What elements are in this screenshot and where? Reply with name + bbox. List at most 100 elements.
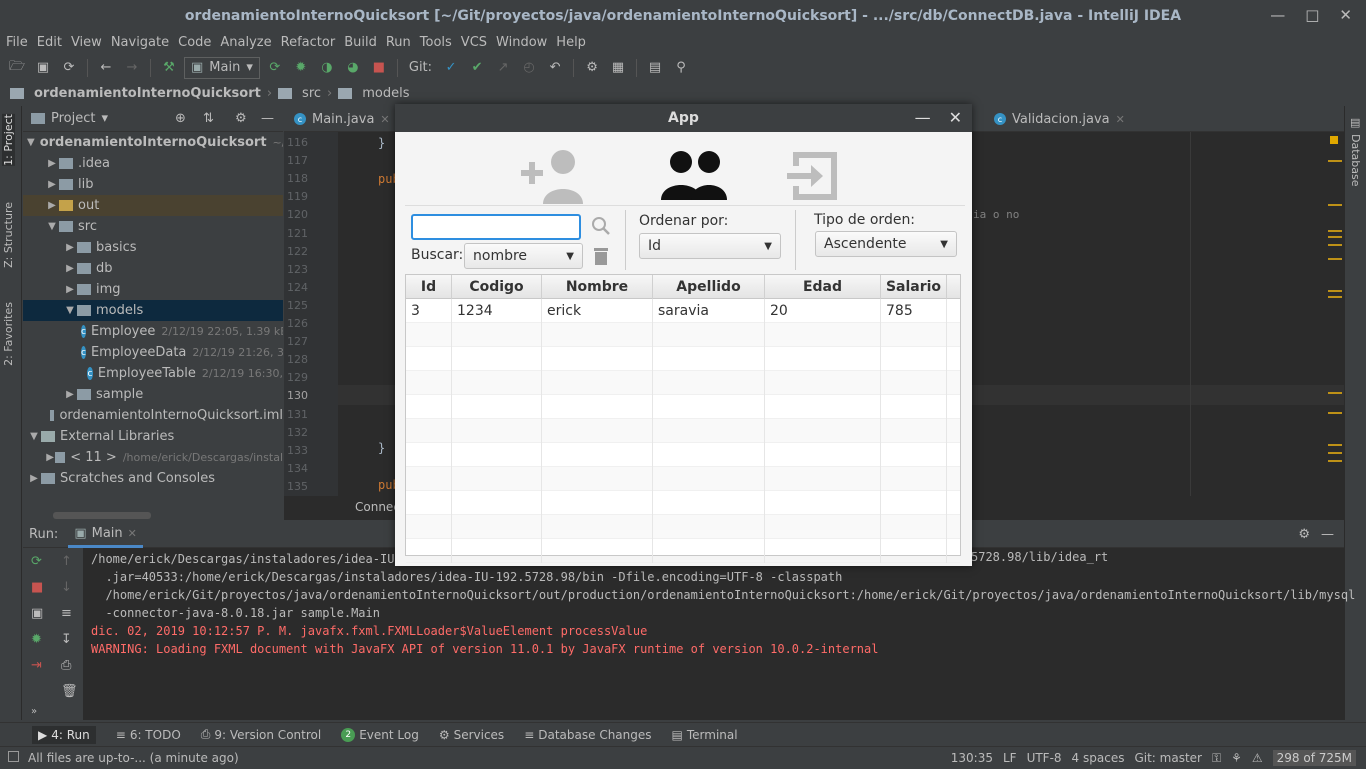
warning-marker[interactable]	[1328, 204, 1342, 206]
hide-icon[interactable]: —	[261, 111, 274, 126]
tool-tab-todo[interactable]: ≡ 6: TODO	[116, 728, 181, 742]
breadcrumb-item[interactable]: models	[362, 86, 409, 101]
column-header[interactable]: Apellido	[653, 275, 765, 299]
tree-item[interactable]: ▶ img	[23, 279, 283, 300]
inspector-icon[interactable]: ⚘	[1231, 751, 1242, 765]
close-icon[interactable]: ✕	[380, 113, 389, 126]
warning-marker[interactable]	[1328, 258, 1342, 260]
tree-item[interactable]: ▼ models	[23, 300, 283, 321]
console-output[interactable]: /home/erick/Descargas/instaladores/idea-…	[91, 550, 1355, 658]
tool-tab-services[interactable]: ⚙ Services	[439, 728, 504, 742]
collapse-icon[interactable]: ⇅	[203, 111, 214, 126]
chevron-right-icon[interactable]: ▶	[45, 179, 59, 190]
table-row[interactable]	[406, 395, 960, 419]
project-structure-icon[interactable]: ▦	[607, 57, 629, 79]
warning-marker[interactable]	[1328, 230, 1342, 232]
file-encoding[interactable]: UTF-8	[1027, 751, 1062, 765]
tab-main-java[interactable]: c Main.java ✕	[286, 106, 398, 132]
search-icon[interactable]	[591, 216, 611, 236]
table-row[interactable]	[406, 419, 960, 443]
up-icon[interactable]: ↑	[61, 554, 72, 569]
chevron-right-icon[interactable]: ▶	[63, 389, 77, 400]
caret-position[interactable]: 130:35	[951, 751, 993, 765]
git-update-icon[interactable]: ✓	[440, 57, 462, 79]
tool-tab-run[interactable]: ▶ 4: Run	[32, 725, 96, 744]
chevron-down-icon[interactable]: ▼	[63, 305, 77, 316]
search-input[interactable]	[411, 214, 581, 240]
tool-tab-project[interactable]: 1: Project	[2, 114, 15, 166]
chevron-down-icon[interactable]: ▾	[101, 111, 108, 126]
menu-analyze[interactable]: Analyze	[220, 35, 271, 50]
close-icon[interactable]: ✕	[949, 108, 962, 127]
memory-indicator[interactable]: 298 of 725M	[1272, 750, 1356, 766]
save-icon[interactable]: ▣	[32, 57, 54, 79]
breadcrumb-item[interactable]: ordenamientoInternoQuicksort	[34, 86, 261, 101]
column-header[interactable]: Id	[406, 275, 452, 299]
table-row[interactable]: 3 1234 erick saravia 20 785	[406, 299, 960, 323]
warning-indicator-icon[interactable]	[1330, 136, 1338, 144]
trash-icon[interactable]: 🗑	[61, 684, 78, 699]
menu-help[interactable]: Help	[556, 35, 586, 50]
tree-item[interactable]: ▶ db	[23, 258, 283, 279]
tool-tab-version-control[interactable]: ⎙ 9: Version Control	[201, 727, 321, 742]
build-hammer-icon[interactable]: ⚒	[158, 57, 180, 79]
column-header[interactable]: Edad	[765, 275, 881, 299]
table-row[interactable]	[406, 467, 960, 491]
tree-item[interactable]: ▼ src	[23, 216, 283, 237]
tab-validacion-java[interactable]: c Validacion.java ✕	[986, 106, 1133, 132]
chevron-right-icon[interactable]: ▶	[45, 200, 59, 211]
gear-icon[interactable]: ⚙	[235, 111, 247, 126]
table-row[interactable]	[406, 515, 960, 539]
menu-edit[interactable]: Edit	[37, 35, 62, 50]
status-message[interactable]: All files are up-to-... (a minute ago)	[28, 751, 239, 765]
gear-icon[interactable]: ⚙	[1298, 527, 1310, 542]
table-row[interactable]	[406, 347, 960, 371]
tree-item[interactable]: ▶ Scratches and Consoles	[23, 468, 283, 489]
table-row[interactable]	[406, 491, 960, 515]
locate-icon[interactable]: ⊕	[175, 111, 186, 126]
tree-item[interactable]: ordenamientoInternoQuicksort.iml	[23, 405, 283, 426]
tree-item[interactable]: c EmployeeTable 2/12/19 16:30,	[23, 363, 283, 384]
menu-window[interactable]: Window	[496, 35, 547, 50]
git-commit-icon[interactable]: ✔	[466, 57, 488, 79]
tree-item[interactable]: ▼ External Libraries	[23, 426, 283, 447]
back-icon[interactable]: ←	[95, 57, 117, 79]
exit-icon[interactable]: ⇥	[31, 658, 42, 673]
maximize-icon[interactable]: □	[1305, 6, 1319, 24]
run-tab-main[interactable]: ▣ Main ✕	[68, 522, 143, 548]
logout-icon[interactable]	[783, 148, 843, 204]
breadcrumb-item[interactable]: src	[302, 86, 321, 101]
chevron-right-icon[interactable]: ▶	[45, 452, 55, 463]
menu-code[interactable]: Code	[178, 35, 211, 50]
tool-tab-favorites[interactable]: 2: Favorites	[2, 302, 15, 366]
open-folder-icon[interactable]: 🗁	[6, 57, 28, 79]
tree-item[interactable]: ▼ ordenamientoInternoQuicksort ~/Git/	[23, 132, 283, 153]
debug-icon[interactable]: ✹	[31, 632, 42, 647]
table-row[interactable]	[406, 371, 960, 395]
chevron-right-icon[interactable]: ▶	[45, 158, 59, 169]
camera-icon[interactable]: ▣	[31, 606, 43, 621]
column-header[interactable]: Salario	[881, 275, 947, 299]
tree-item[interactable]: ▶ lib	[23, 174, 283, 195]
more-icon[interactable]: »	[31, 706, 37, 717]
tool-tab-terminal[interactable]: ▤ Terminal	[672, 728, 738, 742]
close-icon[interactable]: ✕	[128, 527, 137, 540]
column-header[interactable]: Nombre	[542, 275, 653, 299]
coverage-icon[interactable]: ◑	[316, 57, 338, 79]
table-row[interactable]	[406, 323, 960, 347]
tipo-select[interactable]: Ascendente ▼	[815, 231, 957, 257]
git-push-icon[interactable]: ↗	[492, 57, 514, 79]
chevron-right-icon[interactable]: ▶	[63, 263, 77, 274]
close-icon[interactable]: ✕	[1339, 6, 1352, 24]
menu-navigate[interactable]: Navigate	[111, 35, 169, 50]
tree-item[interactable]: ▶ out	[23, 195, 283, 216]
profile-icon[interactable]: ◕	[342, 57, 364, 79]
indent-setting[interactable]: 4 spaces	[1072, 751, 1125, 765]
chevron-down-icon[interactable]: ▼	[27, 431, 41, 442]
notifications-icon[interactable]: ⚠	[1252, 751, 1263, 765]
menu-tools[interactable]: Tools	[420, 35, 452, 50]
users-icon[interactable]	[659, 148, 729, 204]
menu-file[interactable]: File	[6, 35, 28, 50]
chevron-right-icon[interactable]: ▶	[63, 284, 77, 295]
tree-item[interactable]: c EmployeeData 2/12/19 21:26, 3	[23, 342, 283, 363]
